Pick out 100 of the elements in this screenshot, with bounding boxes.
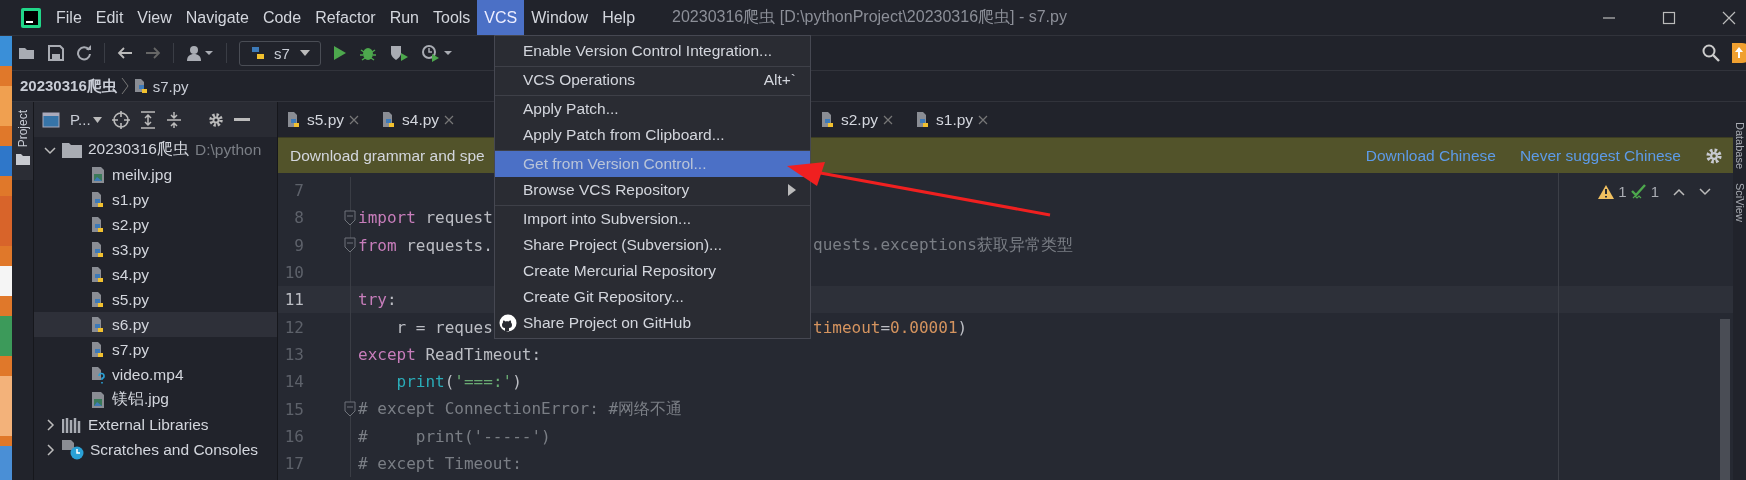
menu-item[interactable]: Help (595, 0, 643, 35)
fold-marker-icon[interactable] (344, 209, 356, 226)
menu-entry[interactable]: Apply Patch... (495, 95, 810, 122)
code-text: quests.exceptions获取异常类型 (813, 234, 1073, 256)
tree-item[interactable]: s2.py (112, 215, 150, 234)
close-icon[interactable] (444, 114, 455, 125)
scratch-clock-icon (62, 439, 84, 460)
collapse-all-icon[interactable] (165, 110, 182, 129)
python-file-icon (820, 110, 836, 129)
window-icon (42, 111, 60, 128)
typo-count[interactable]: 1 (1650, 183, 1659, 200)
close-icon[interactable] (883, 114, 894, 125)
menu-item[interactable]: Run (382, 0, 426, 35)
crosshair-icon[interactable] (111, 110, 130, 129)
tree-item[interactable]: s3.py (112, 240, 150, 259)
search-icon[interactable] (1702, 44, 1720, 62)
chevron-down-icon[interactable] (1699, 187, 1711, 196)
tree-item[interactable]: s7.py (112, 340, 150, 359)
settings-icon[interactable] (1705, 146, 1723, 165)
sync-icon[interactable] (76, 45, 92, 61)
python-file-icon (90, 190, 106, 209)
menu-item[interactable]: Code (255, 0, 309, 35)
line-number: 15 (283, 399, 304, 419)
expand-chevron-icon[interactable] (44, 418, 56, 431)
close-icon[interactable] (349, 114, 360, 125)
tree-item[interactable]: s6.py (112, 315, 150, 334)
menu-entry[interactable]: VCS Operations Alt+` (495, 66, 810, 93)
library-icon (62, 416, 82, 433)
folder-icon (15, 153, 30, 166)
menu-entry[interactable]: Enable Version Control Integration... (495, 38, 810, 64)
menu-item[interactable]: VCS (477, 0, 525, 35)
tree-item[interactable]: 镁铝.jpg (112, 389, 169, 410)
code-text: r = reques (395, 317, 493, 337)
run-icon[interactable] (333, 45, 347, 61)
menu-item[interactable]: Navigate (178, 0, 256, 35)
minimize-panel-icon[interactable] (233, 117, 250, 122)
maximize-icon[interactable] (1662, 10, 1676, 25)
menu-item[interactable]: Window (524, 0, 596, 35)
python-file-icon (286, 110, 302, 129)
editor-tab[interactable]: s2.py (820, 110, 894, 129)
forward-arrow-icon[interactable] (145, 46, 161, 60)
image-file-icon (90, 165, 106, 184)
menu-entry[interactable]: Share Project on GitHub (495, 310, 810, 336)
python-file-icon (90, 340, 106, 359)
python-file-icon (90, 290, 106, 309)
tree-item[interactable]: 20230316爬虫 (88, 139, 189, 160)
tool-window-tab[interactable]: Database (1733, 122, 1746, 170)
code-text: except ReadTimeout: (358, 344, 542, 364)
chevron-up-icon[interactable] (1673, 187, 1685, 196)
app-logo-icon (21, 7, 41, 28)
code-text: from requests. (358, 235, 493, 255)
expand-all-icon[interactable] (139, 110, 156, 129)
menu-entry[interactable]: Share Project (Subversion)... (495, 232, 810, 258)
menu-entry[interactable]: Import into Subversion... (495, 205, 810, 232)
python-file-icon (90, 315, 106, 334)
tree-item[interactable]: meilv.jpg (112, 165, 172, 184)
menu-item[interactable]: File (49, 0, 89, 35)
menu-item[interactable]: Refactor (308, 0, 383, 35)
caret-icon (92, 116, 102, 123)
close-icon[interactable] (978, 114, 989, 125)
tree-item[interactable]: s4.py (112, 265, 150, 284)
editor-tab[interactable]: s1.py (915, 110, 989, 129)
fold-marker-icon[interactable] (344, 401, 356, 417)
python-file-icon (90, 215, 106, 234)
clock-run-dropdown-icon[interactable] (421, 44, 453, 62)
close-icon[interactable] (1722, 10, 1736, 25)
settings-icon[interactable] (207, 111, 224, 128)
warning-icon (1598, 184, 1615, 199)
menu-entry[interactable]: Create Mercurial Repository (495, 258, 810, 284)
scrollbar-thumb[interactable] (1720, 319, 1730, 480)
menu-item[interactable]: Tools (426, 0, 478, 35)
back-arrow-icon[interactable] (117, 46, 133, 60)
breadcrumb-item[interactable]: s7.py (152, 77, 189, 95)
menu-item[interactable]: Edit (88, 0, 131, 35)
menu-entry[interactable]: Create Git Repository... (495, 284, 810, 310)
update-icon[interactable] (1732, 43, 1746, 63)
user-dropdown-icon[interactable] (186, 45, 214, 61)
tool-window-tab[interactable]: SciView (1733, 183, 1746, 223)
menu-entry[interactable]: Browse VCS Repository (495, 177, 810, 203)
caret-icon (300, 50, 310, 56)
shield-run-icon[interactable] (389, 44, 409, 62)
breadcrumb-item[interactable]: 20230316爬虫 (20, 76, 117, 96)
image-file-icon (90, 390, 106, 409)
editor-tab[interactable]: s4.py (381, 110, 455, 129)
run-config-dropdown[interactable]: s7 (239, 40, 321, 66)
tree-item[interactable]: video.mp4 (112, 365, 184, 384)
save-icon[interactable] (48, 45, 64, 61)
tree-item[interactable]: Scratches and Consoles (90, 440, 258, 459)
open-folder-icon[interactable] (18, 45, 36, 61)
tree-item[interactable]: External Libraries (88, 415, 209, 434)
menu-item[interactable]: View (130, 0, 179, 35)
menu-entry[interactable]: Apply Patch from Clipboard... (495, 122, 810, 148)
expand-chevron-icon[interactable] (44, 443, 56, 456)
editor-tab[interactable]: s5.py (286, 110, 360, 129)
fold-marker-icon[interactable] (344, 237, 356, 254)
warning-count[interactable]: 1 (1618, 183, 1627, 200)
tree-item[interactable]: s1.py (112, 190, 150, 209)
line-number: 9 (293, 235, 304, 255)
tree-item[interactable]: s5.py (112, 290, 150, 309)
view-selector[interactable]: P... (70, 111, 91, 128)
